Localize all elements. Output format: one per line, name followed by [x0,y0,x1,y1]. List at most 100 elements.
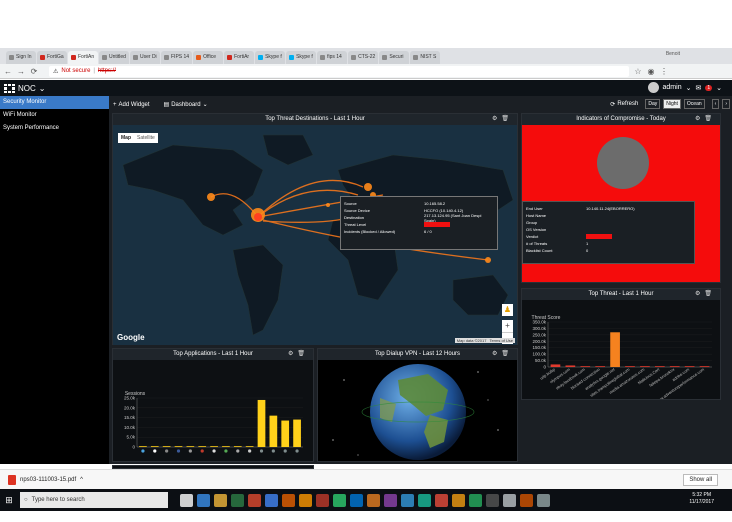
y-tick-label: 5.0k [126,435,135,440]
tooltip-key: Source [344,201,357,206]
trash-icon[interactable]: 🗑 [501,116,513,122]
bar [210,446,218,447]
browser-tab[interactable]: FortiAr [224,51,255,64]
app-icon[interactable] [452,493,465,507]
download-item[interactable]: nps03-111003-15.pdf ^ [8,474,83,485]
gear-icon[interactable]: ⚙ [492,116,501,122]
browser-tab[interactable]: Sign In [6,51,36,64]
chrome-icon[interactable] [265,493,278,507]
browser-tab[interactable]: Skype f [255,51,286,64]
world-map[interactable]: Map Satellite Source 10.165.58.2 Source D… [113,125,517,345]
acrobat-icon[interactable] [520,493,533,507]
app-icon[interactable] [316,493,329,507]
map-tab[interactable]: Map [118,133,134,143]
tab-label: CTS-22 [358,54,376,60]
sidebar-item-wifi-monitor[interactable]: WiFi Monitor [0,109,109,122]
menu-icon[interactable]: ⋮ [660,67,668,76]
mail-icon[interactable] [401,493,414,507]
chrome-icon[interactable] [248,493,261,507]
app-switcher[interactable]: NOC ⌄ [4,83,45,93]
prev-icon[interactable]: ‹ [711,99,720,109]
gear-icon[interactable]: ⚙ [695,116,704,122]
app-icon[interactable] [418,493,431,507]
app-icon[interactable] [435,493,448,507]
tab-label: NIST S [420,54,437,60]
url-field[interactable]: ⚠ Not secure | https:// [49,65,629,77]
pegman-icon[interactable]: ♟ [502,304,513,316]
system-clock[interactable]: 5:32 PM 11/17/2017 [689,492,714,506]
browser-tab[interactable]: Skype f [286,51,317,64]
trash-icon[interactable]: 🗑 [704,116,716,122]
extension-icon[interactable]: ◉ [647,67,655,76]
user-menu[interactable]: admin ⌄ ✉ 1 ⌄ [647,82,722,93]
page-icon [164,55,169,60]
gear-icon[interactable]: ⚙ [492,351,501,357]
zoom-in-button[interactable]: + [502,320,513,332]
gear-icon[interactable]: ⚙ [695,291,704,297]
excel-icon[interactable] [333,493,346,507]
browser-tab[interactable]: FIPS 14 [161,51,193,64]
app-icon[interactable] [486,493,499,507]
satellite-tab[interactable]: Satellite [134,133,158,143]
mode-ocean[interactable]: Ocean [683,99,705,109]
word-icon[interactable] [350,493,363,507]
browser-tab[interactable]: FortiGa [37,51,67,64]
notification-badge[interactable]: 1 [705,84,713,91]
browser-tab[interactable]: User Di [130,51,160,64]
reload-icon[interactable]: ⟳ [30,67,38,76]
google-icon [320,55,326,60]
file-explorer-icon[interactable] [214,493,227,507]
trash-icon[interactable]: 🗑 [501,351,513,357]
avatar [647,82,659,93]
mail-icon[interactable]: ✉ [695,84,701,92]
star-icon[interactable]: ☆ [634,67,642,76]
ioc-details: End User 10.140.11.24(EBORRERO) Host Name… [522,201,695,264]
add-widget-button[interactable]: + Add Widget [113,102,150,108]
gear-icon[interactable]: ⚙ [288,351,297,357]
sidebar-item-security-monitor[interactable]: Security Monitor [0,96,109,109]
top-vpn-panel: Top Dialup VPN - Last 12 Hours ⚙🗑 [317,348,518,462]
mode-night[interactable]: Night [663,99,681,109]
task-view-icon[interactable] [180,493,193,507]
app-icon[interactable] [367,493,380,507]
browser-tab[interactable]: CTS-22 [348,51,379,64]
edge-icon[interactable] [197,493,210,507]
windows-start-icon[interactable]: ⊞ [0,489,18,511]
terms-link[interactable]: Terms of Use [489,338,513,343]
profile-name[interactable]: Benoit [666,51,680,57]
store-icon[interactable] [231,493,244,507]
globe-view[interactable] [318,360,517,461]
y-tick-label: 200.0k [532,339,546,344]
show-all-button[interactable]: Show all [683,474,718,486]
browser-tab[interactable]: Untitled [99,51,129,64]
browser-tab-strip: Sign In FortiGa FortiAn Untitled User Di FIPS… [0,48,732,64]
security-status: Not secure [61,68,91,74]
y-tick-label: 0 [543,365,546,370]
app-icon[interactable] [503,493,516,507]
next-icon[interactable]: › [722,99,730,109]
taskbar-search[interactable]: ○ Type here to search [20,492,168,508]
forward-icon[interactable]: → [17,67,25,76]
browser-tab[interactable]: Securi [379,51,410,64]
app-icon [271,449,275,453]
firefox-icon[interactable] [282,493,295,507]
app-icon[interactable] [384,493,397,507]
refresh-button[interactable]: ⟳ Refresh [610,101,638,108]
y-tick-label: 300.0k [532,326,546,331]
amazon-icon[interactable] [299,493,312,507]
browser-tab[interactable]: fips 14 [317,51,348,64]
app-icon[interactable] [469,493,482,507]
page-icon [382,55,388,60]
app-icon[interactable] [537,493,550,507]
browser-tab[interactable]: NIST S [410,51,441,64]
sidebar-item-system-performance[interactable]: System Performance [0,122,109,135]
trash-icon[interactable]: 🗑 [704,291,716,297]
mode-day[interactable]: Day [645,99,661,109]
trash-icon[interactable]: 🗑 [297,351,309,357]
dashboard-dropdown[interactable]: ▤ Dashboard ⌄ [164,101,208,109]
ioc-key: Blacklist Count [526,248,553,253]
downloads-bar: nps03-111003-15.pdf ^ Show all [0,469,732,489]
browser-tab[interactable]: Office [193,51,224,64]
back-icon[interactable]: ← [4,67,12,76]
browser-tab[interactable]: FortiAn [68,51,98,64]
